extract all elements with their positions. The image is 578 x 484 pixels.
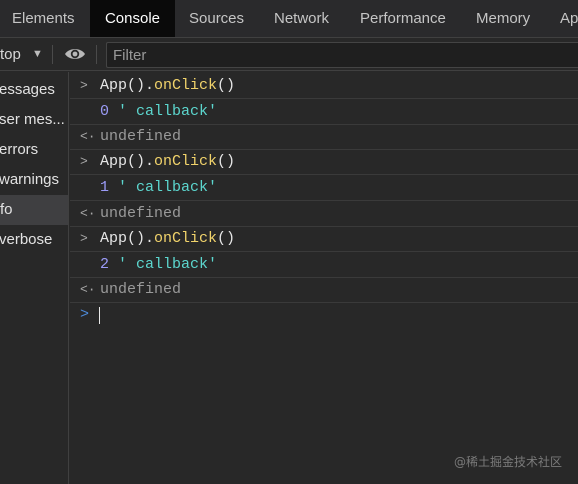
- tab-sources[interactable]: Sources: [189, 0, 261, 37]
- console-input-line: > App().onClick(): [70, 149, 578, 175]
- console-prompt-line[interactable]: >: [70, 302, 578, 328]
- code-object: App().: [100, 153, 155, 170]
- filter-field[interactable]: [106, 42, 578, 68]
- code-parens: (): [217, 153, 236, 170]
- chevron-down-icon[interactable]: ▼: [32, 38, 43, 71]
- chevron-right-icon[interactable]: >: [80, 226, 88, 252]
- toolbar-divider: [52, 45, 53, 64]
- result-value: undefined: [100, 205, 182, 222]
- console-result-line: <· undefined: [70, 277, 578, 303]
- tab-performance[interactable]: Performance: [360, 0, 464, 37]
- console-result-line: <· undefined: [70, 201, 578, 227]
- return-arrow-icon: <·: [80, 206, 96, 221]
- chevron-right-icon[interactable]: >: [80, 73, 88, 99]
- log-string: ' callback': [109, 256, 218, 273]
- console-input-line: > App().onClick(): [70, 226, 578, 252]
- sidebar-item-label: essages: [0, 81, 55, 98]
- sidebar-item-errors[interactable]: errors: [0, 135, 68, 165]
- sidebar-item-label: errors: [0, 141, 39, 158]
- tab-network[interactable]: Network: [274, 0, 346, 37]
- sidebar-item-messages[interactable]: essages: [0, 75, 68, 105]
- code-parens: (): [217, 230, 236, 247]
- context-selector[interactable]: top: [0, 38, 21, 71]
- chevron-right-icon[interactable]: >: [80, 149, 88, 175]
- tab-elements[interactable]: Elements: [0, 0, 86, 37]
- return-arrow-icon: <·: [80, 129, 96, 144]
- result-value: undefined: [100, 281, 182, 298]
- text-cursor: [99, 307, 100, 324]
- code-parens: (): [217, 77, 236, 94]
- watermark: @稀土掘金技术社区: [454, 455, 563, 469]
- log-string: ' callback': [109, 179, 218, 196]
- sidebar-item-warnings[interactable]: warnings: [0, 165, 68, 195]
- sidebar-item-label: fo: [0, 201, 13, 218]
- code-method: onClick: [154, 77, 218, 94]
- sidebar-item-label: verbose: [0, 231, 53, 248]
- console-input-line: > App().onClick(): [70, 73, 578, 99]
- devtools-tab-bar: Elements Console Sources Network Perform…: [0, 0, 578, 38]
- result-value: undefined: [100, 128, 182, 145]
- code-object: App().: [100, 77, 155, 94]
- sidebar-item-label: ser mes...: [0, 111, 65, 128]
- tab-application[interactable]: Ap: [560, 0, 578, 37]
- console-sidebar: essages ser mes... errors warnings fo ve…: [0, 72, 69, 484]
- console-log-line: 2 ' callback': [70, 252, 578, 278]
- log-number: 2: [100, 256, 110, 273]
- eye-icon[interactable]: [64, 46, 86, 62]
- code-method: onClick: [154, 153, 218, 170]
- log-string: ' callback': [109, 103, 218, 120]
- tab-console[interactable]: Console: [90, 0, 175, 37]
- console-output[interactable]: > App().onClick() 0 ' callback' <· undef…: [70, 72, 578, 484]
- console-toolbar: top ▼: [0, 38, 578, 71]
- tab-memory[interactable]: Memory: [476, 0, 546, 37]
- sidebar-item-label: warnings: [0, 171, 60, 188]
- sidebar-item-info[interactable]: fo: [0, 195, 68, 225]
- sidebar-item-verbose[interactable]: verbose: [0, 225, 68, 255]
- console-log-line: 1 ' callback': [70, 175, 578, 201]
- console-log-line: 0 ' callback': [70, 99, 578, 125]
- code-method: onClick: [154, 230, 218, 247]
- console-result-line: <· undefined: [70, 124, 578, 150]
- toolbar-divider: [96, 45, 97, 64]
- filter-input[interactable]: [107, 43, 578, 67]
- log-number: 1: [100, 179, 110, 196]
- sidebar-item-user-messages[interactable]: ser mes...: [0, 105, 68, 135]
- prompt-chevron-icon: >: [80, 306, 90, 323]
- log-number: 0: [100, 103, 110, 120]
- code-object: App().: [100, 230, 155, 247]
- return-arrow-icon: <·: [80, 282, 96, 297]
